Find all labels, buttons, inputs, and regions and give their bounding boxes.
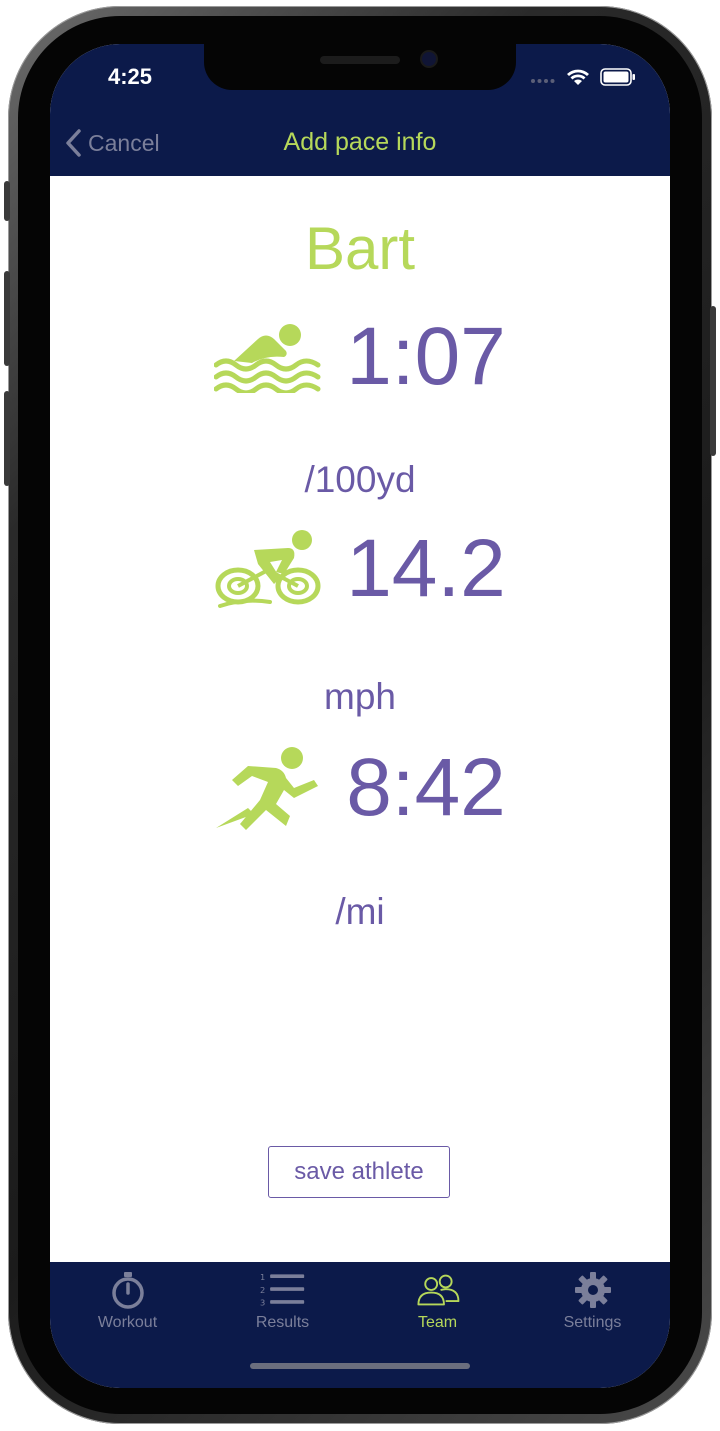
volume-up-button — [4, 271, 10, 366]
tab-results-label: Results — [255, 1314, 310, 1331]
tab-settings-label: Settings — [563, 1314, 622, 1331]
volume-down-button — [4, 391, 10, 486]
runner-icon — [216, 747, 319, 830]
power-button — [710, 306, 716, 456]
tab-results[interactable]: 1 2 3 Results — [205, 1262, 360, 1388]
tab-team[interactable]: Team — [360, 1262, 515, 1388]
swim-pace-row: 1:07 — [50, 316, 670, 398]
swim-pace-value: 1:07 — [346, 311, 506, 402]
pace-info-content: Bart 1:07 /100yd 14.2 mph 8:42 /mi save … — [50, 176, 670, 1262]
run-pace-row: 8:42 — [50, 746, 670, 830]
tab-workout-label: Workout — [97, 1314, 158, 1331]
mute-switch — [4, 181, 10, 221]
tab-settings[interactable]: Settings — [515, 1262, 670, 1388]
cyclist-icon — [215, 530, 321, 608]
battery-icon — [600, 68, 635, 86]
page-title: Add pace info — [283, 128, 437, 156]
cellular-signal-icon — [531, 79, 555, 83]
bike-pace-value: 14.2 — [346, 523, 506, 614]
front-camera — [422, 52, 436, 66]
tab-team-label: Team — [417, 1314, 458, 1331]
navigation-bar: 4:25 Cancel Add pace info — [50, 44, 670, 176]
list-icon: 1 2 3 — [260, 1268, 306, 1312]
svg-text:1: 1 — [260, 1272, 265, 1282]
bike-pace-unit: mph — [324, 676, 396, 717]
save-athlete-button[interactable]: save athlete — [268, 1146, 450, 1198]
run-pace-unit: /mi — [335, 891, 385, 932]
speaker-grille — [320, 56, 400, 64]
gear-icon — [570, 1268, 616, 1312]
wifi-icon — [567, 69, 589, 85]
swim-pace-unit: /100yd — [304, 459, 416, 500]
status-icons — [530, 68, 636, 86]
svg-text:3: 3 — [260, 1298, 265, 1308]
svg-text:2: 2 — [260, 1285, 265, 1295]
run-pace-value: 8:42 — [346, 742, 506, 833]
home-indicator[interactable] — [250, 1363, 470, 1369]
screen: 4:25 Cancel Add pace info Bart 1:07 /100… — [50, 44, 670, 1388]
device-notch — [204, 44, 516, 90]
bike-pace-row: 14.2 — [50, 528, 670, 610]
swimmer-icon — [214, 324, 321, 393]
team-icon — [415, 1268, 461, 1312]
athlete-name: Bart — [304, 215, 416, 282]
status-time: 4:25 — [108, 64, 153, 89]
tab-workout[interactable]: Workout — [50, 1262, 205, 1388]
tab-bar: Workout 1 2 3 Results Team Settings — [50, 1262, 670, 1388]
stopwatch-icon — [105, 1268, 151, 1312]
